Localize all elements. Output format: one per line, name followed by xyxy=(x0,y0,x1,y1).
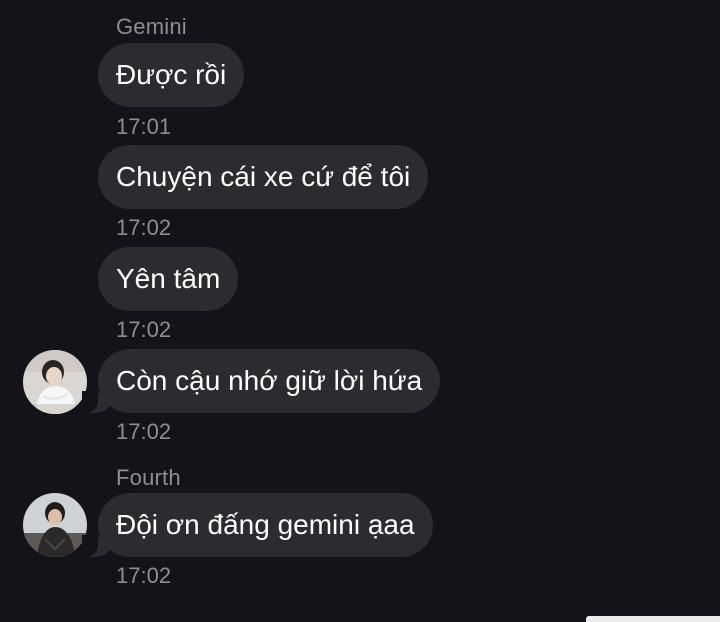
avatar-fourth[interactable] xyxy=(23,493,87,557)
message-time: 17:02 xyxy=(116,419,172,444)
sender-name: Fourth xyxy=(116,465,181,490)
input-bar-edge xyxy=(586,616,720,622)
avatar-image xyxy=(23,493,87,557)
sender-name: Gemini xyxy=(116,14,187,39)
message-time: 17:02 xyxy=(116,317,172,342)
avatar-image xyxy=(23,350,87,414)
chat-thread: Gemini Được rồi 17:01 Chuyện cái xe cứ đ… xyxy=(0,0,720,622)
message-bubble[interactable]: Yên tâm xyxy=(98,247,239,311)
message-text: Chuyện cái xe cứ để tôi xyxy=(116,161,411,192)
message-bubble[interactable]: Còn cậu nhớ giữ lời hứa xyxy=(81,349,441,413)
message-time: 17:01 xyxy=(116,114,172,139)
message-text: Yên tâm xyxy=(116,263,221,294)
message-bubble[interactable]: Chuyện cái xe cứ để tôi xyxy=(98,145,429,209)
avatar-gemini[interactable] xyxy=(23,350,87,414)
message-time: 17:02 xyxy=(116,215,172,240)
message-bubble[interactable]: Đội ơn đấng gemini ạaa xyxy=(82,493,433,557)
message-text: Đội ơn đấng gemini ạaa xyxy=(116,509,415,540)
message-time: 17:02 xyxy=(116,563,172,588)
message-bubble[interactable]: Được rồi xyxy=(98,43,245,107)
message-text: Còn cậu nhớ giữ lời hứa xyxy=(116,365,423,396)
message-text: Được rồi xyxy=(116,59,227,90)
